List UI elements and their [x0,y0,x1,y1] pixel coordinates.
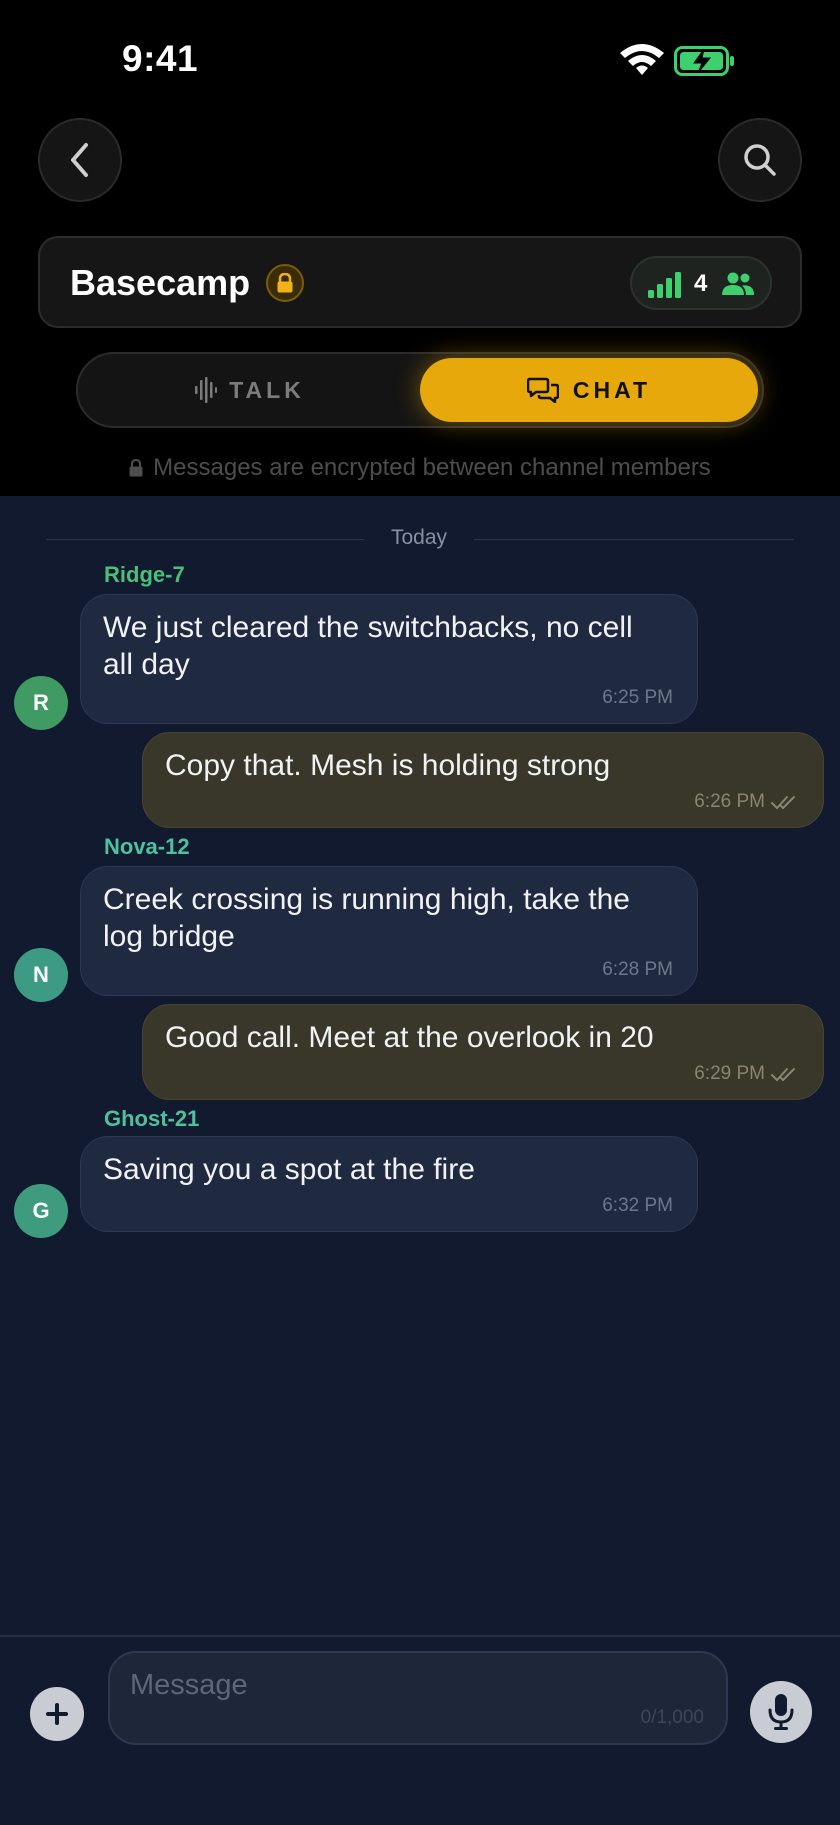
signal-bars-icon [648,272,681,298]
tab-chat[interactable]: CHAT [420,358,758,422]
double-check-icon [771,1068,795,1082]
avatar[interactable]: G [14,1184,68,1238]
status-time: 9:41 [122,38,199,79]
people-icon [722,272,754,295]
wifi-icon [620,44,664,75]
lock-icon [129,459,143,477]
encryption-notice: Messages are encrypted between channel m… [0,454,840,482]
day-divider: Today [46,524,794,554]
message-list[interactable]: Today Ridge-7 R We just cleared the swit… [0,496,840,1635]
message-bubble-incoming[interactable]: Saving you a spot at the fire 6:32 PM [80,1136,698,1232]
chevron-left-icon [71,143,88,177]
message-text: Saving you a spot at the fire [103,1153,475,1186]
message-field[interactable]: 0/1,000 [108,1651,728,1745]
add-attachment-button[interactable] [30,1687,84,1741]
sender-name: Ridge-7 [104,562,185,587]
double-check-icon [771,796,795,810]
microphone-button[interactable] [750,1681,812,1743]
mode-switcher: TALK CHAT [76,352,764,428]
message-bubble-outgoing[interactable]: Copy that. Mesh is holding strong 6:26 P… [142,732,824,828]
avatar[interactable]: R [14,676,68,730]
message-time: 6:28 PM [602,959,673,980]
lock-icon [266,264,304,302]
message-bubble-outgoing[interactable]: Good call. Meet at the overlook in 20 6:… [142,1004,824,1100]
message-time: 6:29 PM [694,1063,765,1084]
chat-bubbles-icon [526,377,559,403]
message-text: Creek crossing is running high, take the… [103,883,630,953]
battery-charging-icon [674,46,734,76]
tab-chat-label: CHAT [572,376,652,403]
header-area: 9:41 Basecamp 4 TALK CHAT Messages are e… [0,0,840,496]
message-text: We just cleared the switchbacks, no cell… [103,611,633,681]
channel-name: Basecamp [70,262,251,303]
tab-talk[interactable]: TALK [82,358,418,422]
channel-header-card[interactable]: Basecamp 4 [38,236,802,328]
message-bubble-incoming[interactable]: We just cleared the switchbacks, no cell… [80,594,698,724]
message-text: Good call. Meet at the overlook in 20 [165,1021,654,1054]
member-count: 4 [694,270,708,297]
search-button[interactable] [718,118,802,202]
back-button[interactable] [38,118,122,202]
tab-talk-label: TALK [229,376,305,403]
microphone-icon [768,1694,794,1730]
waveform-icon [195,377,218,403]
search-icon [744,144,776,176]
encryption-notice-text: Messages are encrypted between channel m… [153,454,711,481]
plus-icon [46,1703,68,1725]
message-text: Copy that. Mesh is holding strong [165,749,611,782]
sender-name: Ghost-21 [104,1106,200,1131]
day-divider-label: Today [390,526,448,549]
message-composer: 0/1,000 [0,1635,840,1825]
sender-name: Nova-12 [104,834,190,859]
message-bubble-incoming[interactable]: Creek crossing is running high, take the… [80,866,698,996]
member-count-pill[interactable]: 4 [630,256,772,310]
message-time: 6:26 PM [694,791,765,812]
message-input[interactable] [130,1665,690,1705]
message-time: 6:25 PM [602,687,673,708]
avatar[interactable]: N [14,948,68,1002]
message-time: 6:32 PM [602,1195,673,1216]
character-counter: 0/1,000 [640,1707,704,1728]
